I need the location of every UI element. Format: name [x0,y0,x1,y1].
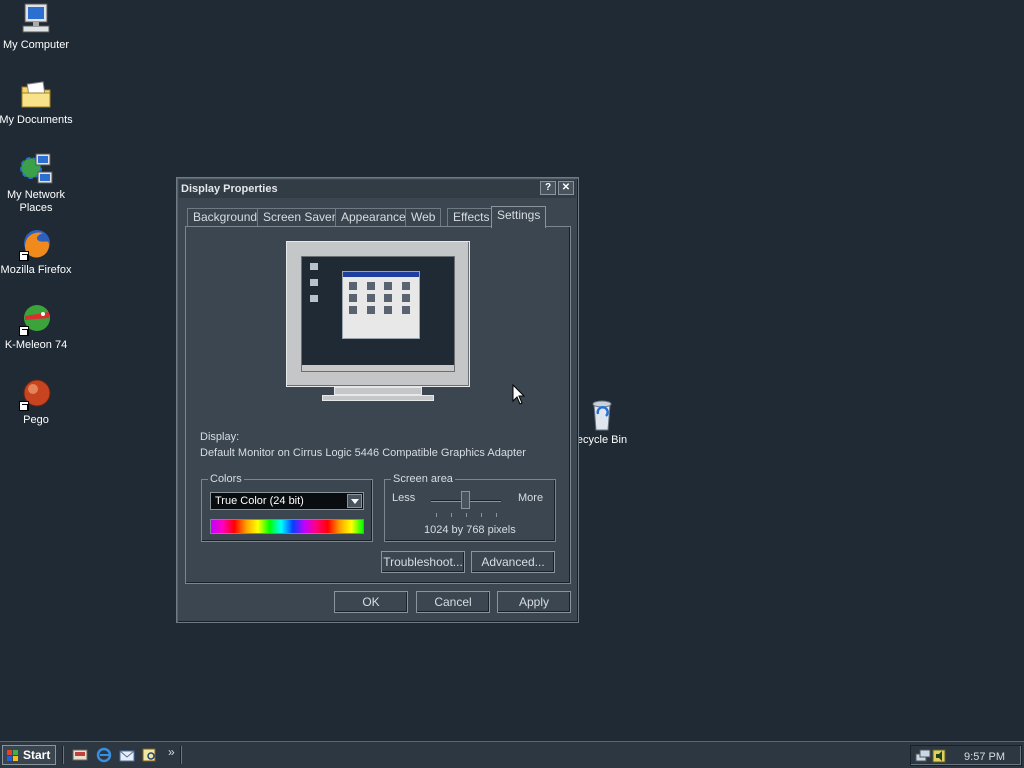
apply-button[interactable]: Apply [497,591,571,613]
mini-window [342,271,420,339]
desktop-icon-my-documents[interactable]: My Documents [0,77,74,127]
taskbar-separator [180,746,182,764]
screen-area-legend: Screen area [391,473,455,485]
desktop-icon-recycle-bin[interactable]: ecycle Bin [574,398,630,446]
desktop-icon-label: Pego [23,414,49,426]
ok-button[interactable]: OK [334,591,408,613]
tab-settings[interactable]: Settings [491,206,547,228]
network-icon [19,152,53,186]
mini-taskbar [302,365,454,371]
desktop-icon-label: ecycle Bin [576,434,628,446]
monitor-preview [286,241,470,387]
clock[interactable]: 9:57 PM [964,751,1005,763]
colors-group: Colors True Color (24 bit) [201,473,373,542]
slider-tick [466,513,467,517]
color-depth-select[interactable]: True Color (24 bit) [210,492,364,510]
start-button[interactable]: Start [2,745,56,765]
quick-launch-chevron[interactable]: » [168,745,175,759]
tab-appearance[interactable]: Appearance [335,208,412,226]
dialog-title: Display Properties [181,183,278,195]
slider-tick [451,513,452,517]
tab-screen-saver[interactable]: Screen Saver [257,208,342,226]
help-button[interactable]: ? [540,181,556,195]
resolution-slider-thumb[interactable] [461,491,470,509]
pego-icon [19,377,53,411]
ie-icon[interactable] [96,747,112,763]
tab-background[interactable]: Background [187,208,264,226]
monitor-base [322,395,434,401]
desktop-icon-label: My Network Places [6,189,66,214]
slider-tick [496,513,497,517]
mini-desktop-icon [310,263,318,270]
desktop-icon-my-network-places[interactable]: My Network Places [0,152,74,215]
folder-icon [19,77,53,111]
desktop-icon-my-computer[interactable]: My Computer [0,2,74,52]
taskbar-separator [62,746,64,764]
search-icon[interactable] [142,747,158,763]
close-button[interactable]: ✕ [558,181,574,195]
outlook-icon[interactable] [119,747,135,763]
more-label: More [518,492,544,504]
shortcut-arrow-icon [19,326,29,336]
screen-area-group: Screen area Less More 1024 by 768 pixels [384,473,556,542]
resolution-readout: 1024 by 768 pixels [424,524,516,536]
tab-web[interactable]: Web [405,208,442,226]
less-label: Less [392,492,416,504]
taskbar: Start » 9:57 PM [0,741,1024,768]
desktop-icon-mozilla-firefox[interactable]: Mozilla Firefox [0,227,74,277]
firefox-icon [19,227,53,261]
tab-effects[interactable]: Effects [447,208,496,226]
slider-tick [436,513,437,517]
slider-tick [481,513,482,517]
desktop-icon-label: K-Meleon 74 [4,339,68,351]
preview-screen [301,256,455,372]
desktop-icon-k-meleon[interactable]: K-Meleon 74 [0,302,74,352]
mini-desktop-icon [310,295,318,302]
kmeleon-icon [19,302,53,336]
desktop-icon-label: My Computer [2,39,70,51]
desktop-icon-pego[interactable]: Pego [0,377,74,427]
shortcut-arrow-icon [19,401,29,411]
display-value: Default Monitor on Cirrus Logic 5446 Com… [200,447,526,459]
windows-logo-icon [7,749,19,761]
desktop-icon-label: My Documents [0,114,73,126]
system-tray: 9:57 PM [910,745,1022,766]
advanced-button[interactable]: Advanced... [471,551,555,573]
network-tray-icon[interactable] [915,748,931,764]
start-label: Start [23,748,51,762]
volume-tray-icon[interactable] [931,748,947,764]
computer-icon [19,2,53,36]
mini-desktop-icon [310,279,318,286]
mouse-cursor-icon [512,383,526,406]
dialog-titlebar[interactable]: Display Properties ? ✕ [179,180,576,198]
desktop-icon-label: Mozilla Firefox [0,264,72,276]
troubleshoot-button[interactable]: Troubleshoot... [381,551,465,573]
monitor-stand [334,387,422,395]
display-label: Display: [200,431,240,443]
cancel-button[interactable]: Cancel [416,591,490,613]
color-spectrum [210,519,364,534]
recycle-bin-icon [586,398,618,432]
show-desktop-icon[interactable] [72,747,88,763]
colors-legend: Colors [208,473,244,485]
color-depth-value: True Color (24 bit) [215,495,304,507]
chevron-down-icon[interactable] [347,494,362,508]
shortcut-arrow-icon [19,251,29,261]
